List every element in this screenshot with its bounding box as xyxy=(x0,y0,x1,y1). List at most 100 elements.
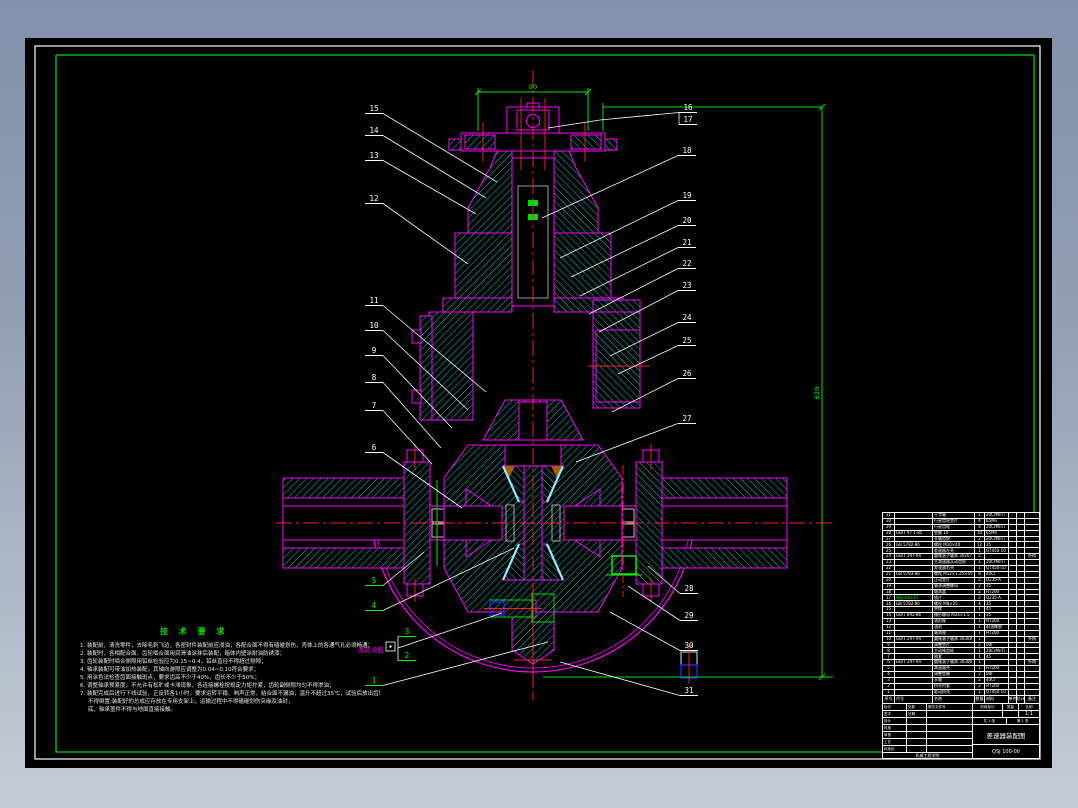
parts-list-cell xyxy=(1017,624,1025,630)
parts-list-cell: 螺栓 M10×40 xyxy=(933,542,975,548)
parts-list-cell: 槽形螺母 M24×1.5 xyxy=(933,613,975,619)
parts-list-cell: 圆锥滚子轴承 30207 xyxy=(933,554,975,560)
parts-list-cell: 1 xyxy=(975,560,985,566)
parts-list-cell xyxy=(895,624,933,630)
parts-list-cell: 20CrMnTi xyxy=(985,524,1009,530)
parts-list-cell: 隔套 xyxy=(933,654,975,660)
parts-list-cell: 1 xyxy=(975,648,985,654)
parts-list-cell xyxy=(1009,571,1017,577)
parts-list-cell xyxy=(1025,672,1039,677)
parts-list-cell xyxy=(1009,560,1017,566)
parts-list-cell: 1 xyxy=(975,548,985,554)
parts-list-cell xyxy=(1017,683,1025,689)
parts-list-cell xyxy=(985,554,1009,560)
parts-list-cell: QT450-10 xyxy=(985,548,1009,554)
parts-list-cell: HT200 xyxy=(985,619,1009,624)
parts-list-cell xyxy=(895,518,933,524)
callout-number: 9 xyxy=(372,346,377,355)
parts-list-cell xyxy=(1017,589,1025,595)
title-block-cell xyxy=(907,732,927,738)
parts-list-cell xyxy=(1025,607,1039,612)
parts-list-cell: 7 xyxy=(883,654,895,660)
stage-value xyxy=(973,711,1003,717)
parts-list-cell xyxy=(1009,554,1017,560)
parts-list-cell xyxy=(1025,548,1039,553)
callout-number: 5 xyxy=(372,576,377,585)
parts-list-cell: 20 xyxy=(883,577,895,583)
parts-list-cell: 29 xyxy=(883,524,895,530)
parts-list-cell: 40Cr xyxy=(985,677,1009,683)
parts-list-cell: 8 xyxy=(883,648,895,654)
title-block-row: 校核 xyxy=(883,725,972,732)
parts-list-cell xyxy=(895,683,933,689)
parts-list-cell xyxy=(895,577,933,583)
parts-list-cell xyxy=(1009,648,1017,654)
callout-number: 7 xyxy=(372,401,377,410)
parts-list-cell xyxy=(895,689,933,695)
parts-list-cell xyxy=(1009,660,1017,666)
callout-leader xyxy=(382,160,477,215)
title-block-cell: 校核 xyxy=(883,725,907,731)
title-block-row: 标准化 xyxy=(883,746,972,753)
parts-list-cell: 08F xyxy=(985,642,1009,648)
parts-list-cell: 2 xyxy=(883,683,895,689)
title-block-cell xyxy=(927,711,972,717)
parts-list-cell: 2 xyxy=(975,583,985,589)
parts-list-cell: GB 5782-86 xyxy=(895,601,933,607)
parts-list-cell: 4 xyxy=(975,601,985,607)
parts-list-cell xyxy=(1017,583,1025,589)
title-block-cell xyxy=(907,725,927,731)
parts-list-cell xyxy=(1009,583,1017,589)
callout-number: 30 xyxy=(684,641,694,650)
parts-list-cell xyxy=(1025,566,1039,571)
stage-label: 阶段标记 xyxy=(973,704,1003,710)
parts-list-cell: HT200 xyxy=(985,589,1009,595)
title-block-cell: 审核 xyxy=(883,732,907,738)
parts-list-cell: 10 xyxy=(883,636,895,642)
callout-leader xyxy=(609,611,681,651)
callout-leader xyxy=(559,661,681,696)
parts-list-cell xyxy=(1009,607,1017,613)
parts-list-cell xyxy=(1025,578,1039,583)
parts-list-cell xyxy=(1025,537,1039,542)
callout-number: 20 xyxy=(682,216,692,225)
parts-list-cell xyxy=(895,666,933,672)
parts-list-cell: 1 xyxy=(975,666,985,672)
parts-list-cell: 主减速器从动齿轮 xyxy=(933,560,975,566)
parts-list-cell: 螺栓 M8×25 xyxy=(933,601,975,607)
parts-list-cell: 桥壳衬套 xyxy=(933,683,975,689)
parts-list-cell xyxy=(895,589,933,595)
parts-list-cell: 6 xyxy=(883,660,895,666)
parts-list-cell xyxy=(895,536,933,542)
parts-list-cell: 2 xyxy=(975,589,985,595)
parts-list-cell xyxy=(895,630,933,636)
parts-list-cell xyxy=(1009,624,1017,630)
callout-number: 3 xyxy=(405,627,410,636)
dimension-label-overall: 620 xyxy=(813,387,821,399)
parts-list-cell: 10 xyxy=(975,530,985,536)
parts-list-cell: 4 xyxy=(975,524,985,530)
parts-list-cell: 28 xyxy=(883,530,895,536)
callout-number: 8 xyxy=(372,373,377,382)
title-block-cell: 设计 xyxy=(883,718,907,724)
parts-list-cell: 调整垫片 xyxy=(933,642,975,648)
parts-list-cell xyxy=(1017,595,1025,601)
parts-list-cell: 22 xyxy=(883,566,895,571)
parts-list-cell: 锁片 xyxy=(933,595,975,601)
parts-list-cell: 减速器壳 xyxy=(933,666,975,672)
parts-list-cell: 31 xyxy=(883,513,895,518)
parts-list-cell xyxy=(1009,542,1017,548)
parts-list-cell xyxy=(895,607,933,613)
parts-list-cell xyxy=(1025,601,1039,606)
parts-list-cell: 25 xyxy=(883,548,895,554)
dimension-label-top: 90 xyxy=(529,83,537,91)
parts-list-cell xyxy=(1009,524,1017,530)
parts-list-cell: 24 xyxy=(883,554,895,560)
title-block-row: 设计 xyxy=(883,718,972,725)
callout-number: 24 xyxy=(682,313,692,322)
parts-list-cell: 2 xyxy=(975,683,985,689)
parts-list-cell: 油封座 xyxy=(933,619,975,624)
parts-list-cell: 17 xyxy=(883,595,895,601)
parts-list-cell xyxy=(1009,636,1017,642)
parts-list-cell xyxy=(1025,666,1039,671)
